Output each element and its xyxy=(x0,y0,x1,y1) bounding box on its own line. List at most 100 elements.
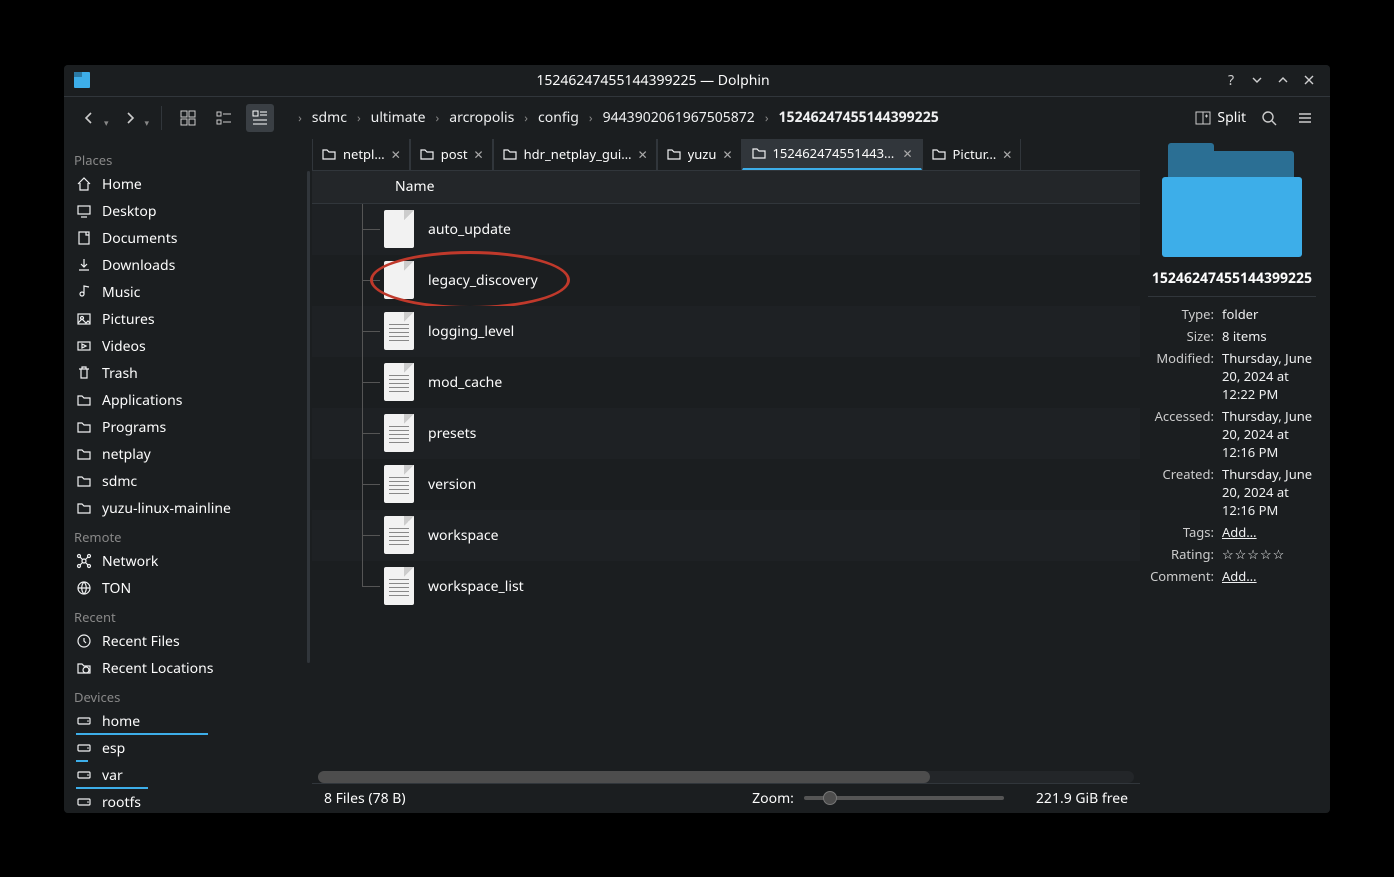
tab-4[interactable]: 152462474551443992… ✕ xyxy=(742,139,922,170)
tab-close-button[interactable]: ✕ xyxy=(1002,146,1012,163)
status-free-space: 221.9 GiB free xyxy=(1036,789,1128,808)
back-history-icon[interactable]: ▾ xyxy=(104,116,109,129)
scrollbar-thumb[interactable] xyxy=(318,771,930,783)
info-rating-stars[interactable]: ☆☆☆☆☆ xyxy=(1222,545,1316,563)
file-row[interactable]: version xyxy=(312,459,1140,510)
sidebar-item-network[interactable]: Network xyxy=(64,548,304,575)
crumb[interactable]: arcropolis xyxy=(443,106,520,129)
sidebar-item-label: Applications xyxy=(102,391,182,410)
sidebar-item-videos[interactable]: Videos xyxy=(64,333,304,360)
file-name: legacy_discovery xyxy=(428,271,538,290)
column-name[interactable]: Name xyxy=(387,177,1140,196)
tab-close-button[interactable]: ✕ xyxy=(391,146,401,163)
tab-close-button[interactable]: ✕ xyxy=(638,146,648,163)
tree-line xyxy=(332,255,384,306)
window-title: 15246247455144399225 — Dolphin xyxy=(90,71,1216,90)
file-list[interactable]: auto_update legacy_discovery logging_lev… xyxy=(312,204,1140,771)
sidebar-item-pictures[interactable]: Pictures xyxy=(64,306,304,333)
file-row[interactable]: workspace xyxy=(312,510,1140,561)
sidebar-item-sdmc[interactable]: sdmc xyxy=(64,468,304,495)
forward-history-icon[interactable]: ▾ xyxy=(145,116,150,129)
sidebar-item-desktop[interactable]: Desktop xyxy=(64,198,304,225)
close-button[interactable] xyxy=(1298,69,1320,91)
crumb[interactable]: config xyxy=(532,106,585,129)
folder-icon xyxy=(321,146,337,162)
network-icon xyxy=(76,553,92,569)
home-icon xyxy=(76,176,92,192)
statusbar: 8 Files (78 B) Zoom: 221.9 GiB free xyxy=(312,783,1140,813)
file-row[interactable]: logging_level xyxy=(312,306,1140,357)
minimize-button[interactable] xyxy=(1246,69,1268,91)
file-row[interactable]: legacy_discovery xyxy=(312,255,1140,306)
tab-label: Pictur… xyxy=(953,145,997,163)
drive-icon xyxy=(76,740,92,756)
forward-button[interactable] xyxy=(117,105,143,131)
file-row[interactable]: presets xyxy=(312,408,1140,459)
tab-2[interactable]: hdr_netplay_gui… ✕ xyxy=(493,139,657,170)
sidebar-item-applications[interactable]: Applications xyxy=(64,387,304,414)
tab-3[interactable]: yuzu ✕ xyxy=(657,139,742,170)
sidebar-item-rootfs[interactable]: rootfs xyxy=(64,789,304,813)
tab-close-button[interactable]: ✕ xyxy=(474,146,484,163)
sidebar-item-ton[interactable]: TON xyxy=(64,575,304,602)
search-button[interactable] xyxy=(1256,105,1282,131)
file-icon xyxy=(384,210,414,248)
sidebar-item-yuzu-linux-mainline[interactable]: yuzu-linux-mainline xyxy=(64,495,304,522)
back-button[interactable] xyxy=(76,105,102,131)
compact-view-button[interactable] xyxy=(210,104,238,132)
column-header[interactable]: Name xyxy=(312,171,1140,204)
info-comment-add[interactable]: Add… xyxy=(1222,567,1316,585)
drive-icon xyxy=(76,767,92,783)
chevron-right-icon: › xyxy=(524,109,528,126)
sidebar-item-downloads[interactable]: Downloads xyxy=(64,252,304,279)
breadcrumb[interactable]: › sdmc › ultimate › arcropolis › config … xyxy=(282,106,1175,129)
crumb[interactable]: sdmc xyxy=(306,106,353,129)
sidebar-item-recent-locations[interactable]: Recent Locations xyxy=(64,655,304,682)
sidebar-item-label: Programs xyxy=(102,418,166,437)
zoom-slider[interactable] xyxy=(804,796,1004,800)
sidebar-item-music[interactable]: Music xyxy=(64,279,304,306)
places-sidebar[interactable]: Places Home Desktop Documents Downloads … xyxy=(64,139,304,813)
tab-5[interactable]: Pictur… ✕ xyxy=(922,139,1022,170)
sidebar-item-var[interactable]: var xyxy=(64,762,304,789)
file-icon xyxy=(384,312,414,350)
sidebar-item-programs[interactable]: Programs xyxy=(64,414,304,441)
sidebar-resizer[interactable] xyxy=(304,139,312,813)
sidebar-item-home[interactable]: home xyxy=(64,708,304,735)
tab-close-button[interactable]: ✕ xyxy=(902,145,912,162)
crumb[interactable]: ultimate xyxy=(365,106,432,129)
help-button[interactable]: ? xyxy=(1220,69,1242,91)
crumb-current[interactable]: 15246247455144399225 xyxy=(773,106,945,129)
sidebar-item-label: var xyxy=(102,766,123,785)
sidebar-header: Remote xyxy=(64,522,304,548)
file-row[interactable]: mod_cache xyxy=(312,357,1140,408)
sidebar-item-recent-files[interactable]: Recent Files xyxy=(64,628,304,655)
hamburger-menu-button[interactable] xyxy=(1292,105,1318,131)
zoom-knob[interactable] xyxy=(823,791,837,805)
info-name: 15246247455144399225 xyxy=(1148,269,1316,288)
tab-label: yuzu xyxy=(688,145,717,163)
icons-view-button[interactable] xyxy=(174,104,202,132)
tab-close-button[interactable]: ✕ xyxy=(722,146,732,163)
file-row[interactable]: auto_update xyxy=(312,204,1140,255)
details-view-button[interactable] xyxy=(246,104,274,132)
sidebar-item-label: Music xyxy=(102,283,140,302)
file-row[interactable]: workspace_list xyxy=(312,561,1140,612)
info-tags-add[interactable]: Add… xyxy=(1222,523,1316,541)
sidebar-item-trash[interactable]: Trash xyxy=(64,360,304,387)
horizontal-scrollbar[interactable] xyxy=(318,771,1134,783)
crumb[interactable]: 9443902061967505872 xyxy=(597,106,761,129)
sidebar-item-esp[interactable]: esp xyxy=(64,735,304,762)
sidebar-item-label: Videos xyxy=(102,337,146,356)
tree-line xyxy=(332,306,384,357)
tab-0[interactable]: netpl… ✕ xyxy=(312,139,410,170)
split-button[interactable]: Split xyxy=(1195,108,1246,127)
sidebar-item-netplay[interactable]: netplay xyxy=(64,441,304,468)
dolphin-window: 15246247455144399225 — Dolphin ? ▾ ▾ › s… xyxy=(64,65,1330,813)
sidebar-item-home[interactable]: Home xyxy=(64,171,304,198)
chevron-right-icon: › xyxy=(298,109,302,126)
tab-1[interactable]: post ✕ xyxy=(410,139,493,170)
folder-icon-large xyxy=(1162,151,1302,261)
sidebar-item-documents[interactable]: Documents xyxy=(64,225,304,252)
maximize-button[interactable] xyxy=(1272,69,1294,91)
